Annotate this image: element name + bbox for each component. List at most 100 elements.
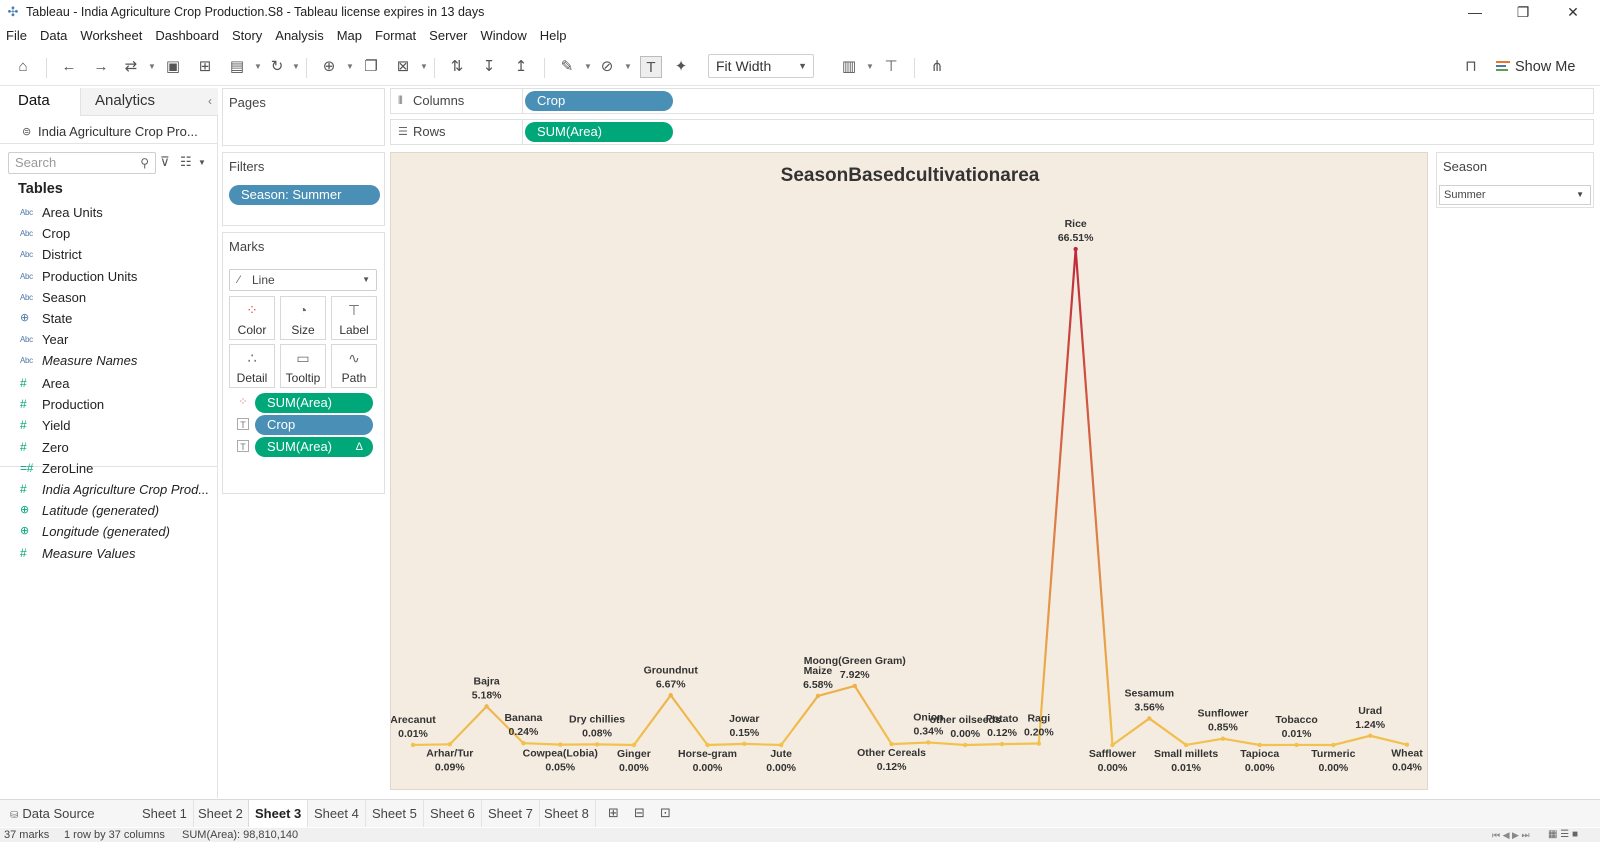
data-point[interactable] bbox=[1220, 736, 1226, 741]
menu-window[interactable]: Window bbox=[480, 28, 526, 43]
viz-canvas[interactable]: SeasonBasedcultivationarea Arecanut 0.01%… bbox=[390, 152, 1428, 790]
close-button[interactable]: ✕ bbox=[1550, 0, 1596, 24]
new-worksheet-tab-icon[interactable]: ⊞ bbox=[608, 805, 619, 821]
clear-sheet-icon[interactable]: ⊠ bbox=[392, 56, 414, 78]
menu-help[interactable]: Help bbox=[540, 28, 567, 43]
data-point[interactable] bbox=[889, 741, 894, 747]
undo-icon[interactable]: ← bbox=[58, 56, 80, 78]
field-item[interactable]: Abc Production Units bbox=[0, 266, 218, 287]
new-dashboard-tab-icon[interactable]: ⊟ bbox=[634, 805, 645, 821]
sort-descending-icon[interactable]: ↥ bbox=[510, 56, 532, 78]
share-icon[interactable]: ⋔ bbox=[926, 56, 948, 78]
replay-icon[interactable]: ⇄ bbox=[120, 56, 142, 78]
chevron-down-icon[interactable]: ▼ bbox=[624, 62, 632, 72]
menu-story[interactable]: Story bbox=[232, 28, 262, 43]
data-source-tab[interactable]: ⛁ Data Source bbox=[4, 800, 101, 827]
field-item[interactable]: # Production bbox=[0, 394, 218, 415]
filter-pill-season[interactable]: Season: Summer bbox=[229, 185, 380, 205]
field-item[interactable]: Abc Year bbox=[0, 329, 218, 350]
marks-label-button[interactable]: ⊤ Label bbox=[331, 296, 377, 340]
field-item[interactable]: # Area bbox=[0, 373, 218, 394]
refresh-icon[interactable]: ↻ bbox=[266, 56, 288, 78]
data-point[interactable] bbox=[1367, 733, 1373, 738]
marks-tooltip-button[interactable]: ▭ Tooltip bbox=[280, 344, 326, 388]
data-point[interactable] bbox=[778, 742, 784, 748]
swap-rows-columns-icon[interactable]: ⇅ bbox=[446, 56, 468, 78]
chevron-down-icon[interactable]: ▼ bbox=[198, 158, 206, 167]
menu-file[interactable]: File bbox=[6, 28, 27, 43]
field-item[interactable]: # India Agriculture Crop Prod... bbox=[0, 479, 218, 500]
rows-shelf[interactable]: ☰ Rows SUM(Area) bbox=[390, 119, 1594, 145]
data-point[interactable] bbox=[1294, 742, 1299, 748]
data-point[interactable] bbox=[447, 742, 453, 747]
field-item[interactable]: ⊕ Latitude (generated) bbox=[0, 500, 218, 521]
datasource-item[interactable]: ⊜ India Agriculture Crop Pro... bbox=[0, 120, 218, 144]
data-point[interactable] bbox=[594, 742, 600, 747]
tab-navigation-icon[interactable]: ⏮ ◀ ▶ ⏭ bbox=[1492, 828, 1530, 842]
restore-button[interactable]: ❐ bbox=[1500, 0, 1546, 24]
data-point[interactable] bbox=[999, 741, 1005, 747]
columns-pill-crop[interactable]: Crop bbox=[525, 91, 673, 111]
sheet-tab-3[interactable]: Sheet 3 bbox=[248, 800, 309, 827]
show-hide-cards-icon[interactable]: ▥ bbox=[838, 56, 860, 78]
chevron-down-icon[interactable]: ▼ bbox=[292, 62, 300, 72]
tableau-hint-icon[interactable]: ⊓ bbox=[1460, 56, 1482, 78]
line-chart[interactable]: Arecanut 0.01% Arhar/Tur 0.09% Bajra 5.18%Ban… bbox=[391, 153, 1428, 790]
data-point[interactable] bbox=[668, 693, 673, 698]
chevron-down-icon[interactable]: ▼ bbox=[254, 62, 262, 72]
minimize-button[interactable]: — bbox=[1452, 0, 1498, 24]
data-point[interactable] bbox=[1147, 716, 1152, 721]
home-icon[interactable]: ⌂ bbox=[12, 56, 34, 78]
new-data-source-icon[interactable]: ⊞ bbox=[194, 56, 216, 78]
view-options-icon[interactable]: ☷ bbox=[180, 154, 192, 170]
highlight-icon[interactable]: ✎ bbox=[556, 56, 578, 78]
field-item[interactable]: Abc Measure Names bbox=[0, 350, 218, 371]
group-members-icon[interactable]: ⊘ bbox=[596, 56, 618, 78]
mark-type-dropdown[interactable]: ⁄ Line ▼ bbox=[229, 269, 377, 291]
data-point[interactable] bbox=[705, 742, 710, 748]
data-point[interactable] bbox=[1183, 742, 1189, 748]
collapse-pane-icon[interactable]: ‹ bbox=[208, 88, 212, 114]
chevron-down-icon[interactable]: ▼ bbox=[346, 62, 354, 72]
marks-pill-sum-area-label[interactable]: SUM(Area) Δ bbox=[255, 437, 373, 457]
sheet-tab-6[interactable]: Sheet 6 bbox=[424, 800, 482, 827]
sort-ascending-icon[interactable]: ↧ bbox=[478, 56, 500, 78]
data-point[interactable] bbox=[631, 742, 637, 748]
data-point[interactable] bbox=[521, 741, 526, 746]
sheet-tab-4[interactable]: Sheet 4 bbox=[308, 800, 366, 827]
presentation-mode-icon[interactable]: ⊤ bbox=[880, 56, 902, 78]
marks-color-button[interactable]: ⁘ Color bbox=[229, 296, 275, 340]
search-input[interactable]: Search ⚲ bbox=[8, 152, 156, 174]
marks-detail-button[interactable]: ∴ Detail bbox=[229, 344, 275, 388]
new-worksheet-icon[interactable]: ⊕ bbox=[318, 56, 340, 78]
menu-format[interactable]: Format bbox=[375, 28, 416, 43]
field-item[interactable]: ⊕ State bbox=[0, 308, 218, 329]
field-item[interactable]: Abc Season bbox=[0, 287, 218, 308]
sheet-tab-8[interactable]: Sheet 8 bbox=[538, 800, 596, 827]
field-item[interactable]: Abc Area Units bbox=[0, 202, 218, 223]
field-item[interactable]: =# ZeroLine bbox=[0, 458, 218, 479]
data-point[interactable] bbox=[1331, 742, 1336, 748]
data-point[interactable] bbox=[410, 742, 416, 748]
data-point[interactable] bbox=[1257, 742, 1262, 748]
data-point[interactable] bbox=[1404, 742, 1410, 747]
chevron-down-icon[interactable]: ▼ bbox=[148, 62, 156, 72]
chevron-down-icon[interactable]: ▼ bbox=[584, 62, 592, 72]
sheet-tab-7[interactable]: Sheet 7 bbox=[482, 800, 540, 827]
season-filter-dropdown[interactable]: Summer ▼ bbox=[1439, 185, 1591, 205]
field-item[interactable]: # Measure Values bbox=[0, 543, 218, 564]
data-point[interactable] bbox=[926, 740, 931, 745]
menu-dashboard[interactable]: Dashboard bbox=[155, 28, 219, 43]
marks-size-button[interactable]: ◔ Size bbox=[280, 296, 326, 340]
sheet-tab-1[interactable]: Sheet 1 bbox=[136, 800, 194, 827]
new-story-tab-icon[interactable]: ⊡ bbox=[660, 805, 671, 821]
chevron-down-icon[interactable]: ▼ bbox=[420, 62, 428, 72]
grid-view-icon[interactable]: ▦ ☰ ■ bbox=[1548, 828, 1578, 842]
pages-card[interactable]: Pages bbox=[222, 88, 385, 146]
sheet-tab-5[interactable]: Sheet 5 bbox=[366, 800, 424, 827]
data-point[interactable] bbox=[1073, 246, 1078, 252]
data-point[interactable] bbox=[742, 741, 747, 747]
marks-pill-crop-label[interactable]: Crop bbox=[255, 415, 373, 435]
marks-path-button[interactable]: ∿ Path bbox=[331, 344, 377, 388]
field-item[interactable]: Abc District bbox=[0, 244, 218, 265]
